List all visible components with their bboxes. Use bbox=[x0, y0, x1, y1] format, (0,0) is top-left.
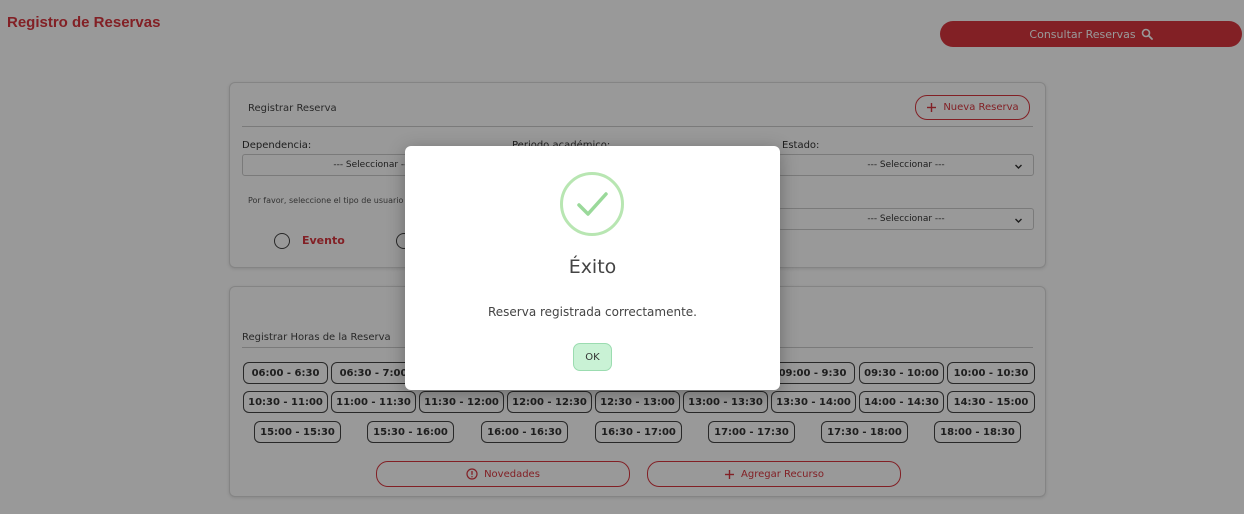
success-dialog: Éxito Reserva registrada correctamente. … bbox=[405, 146, 780, 390]
success-check-icon bbox=[560, 172, 624, 236]
ok-button[interactable]: OK bbox=[573, 343, 612, 371]
modal-title: Éxito bbox=[568, 256, 617, 278]
check-icon bbox=[577, 192, 608, 216]
modal-message: Reserva registrada correctamente. bbox=[487, 305, 697, 319]
